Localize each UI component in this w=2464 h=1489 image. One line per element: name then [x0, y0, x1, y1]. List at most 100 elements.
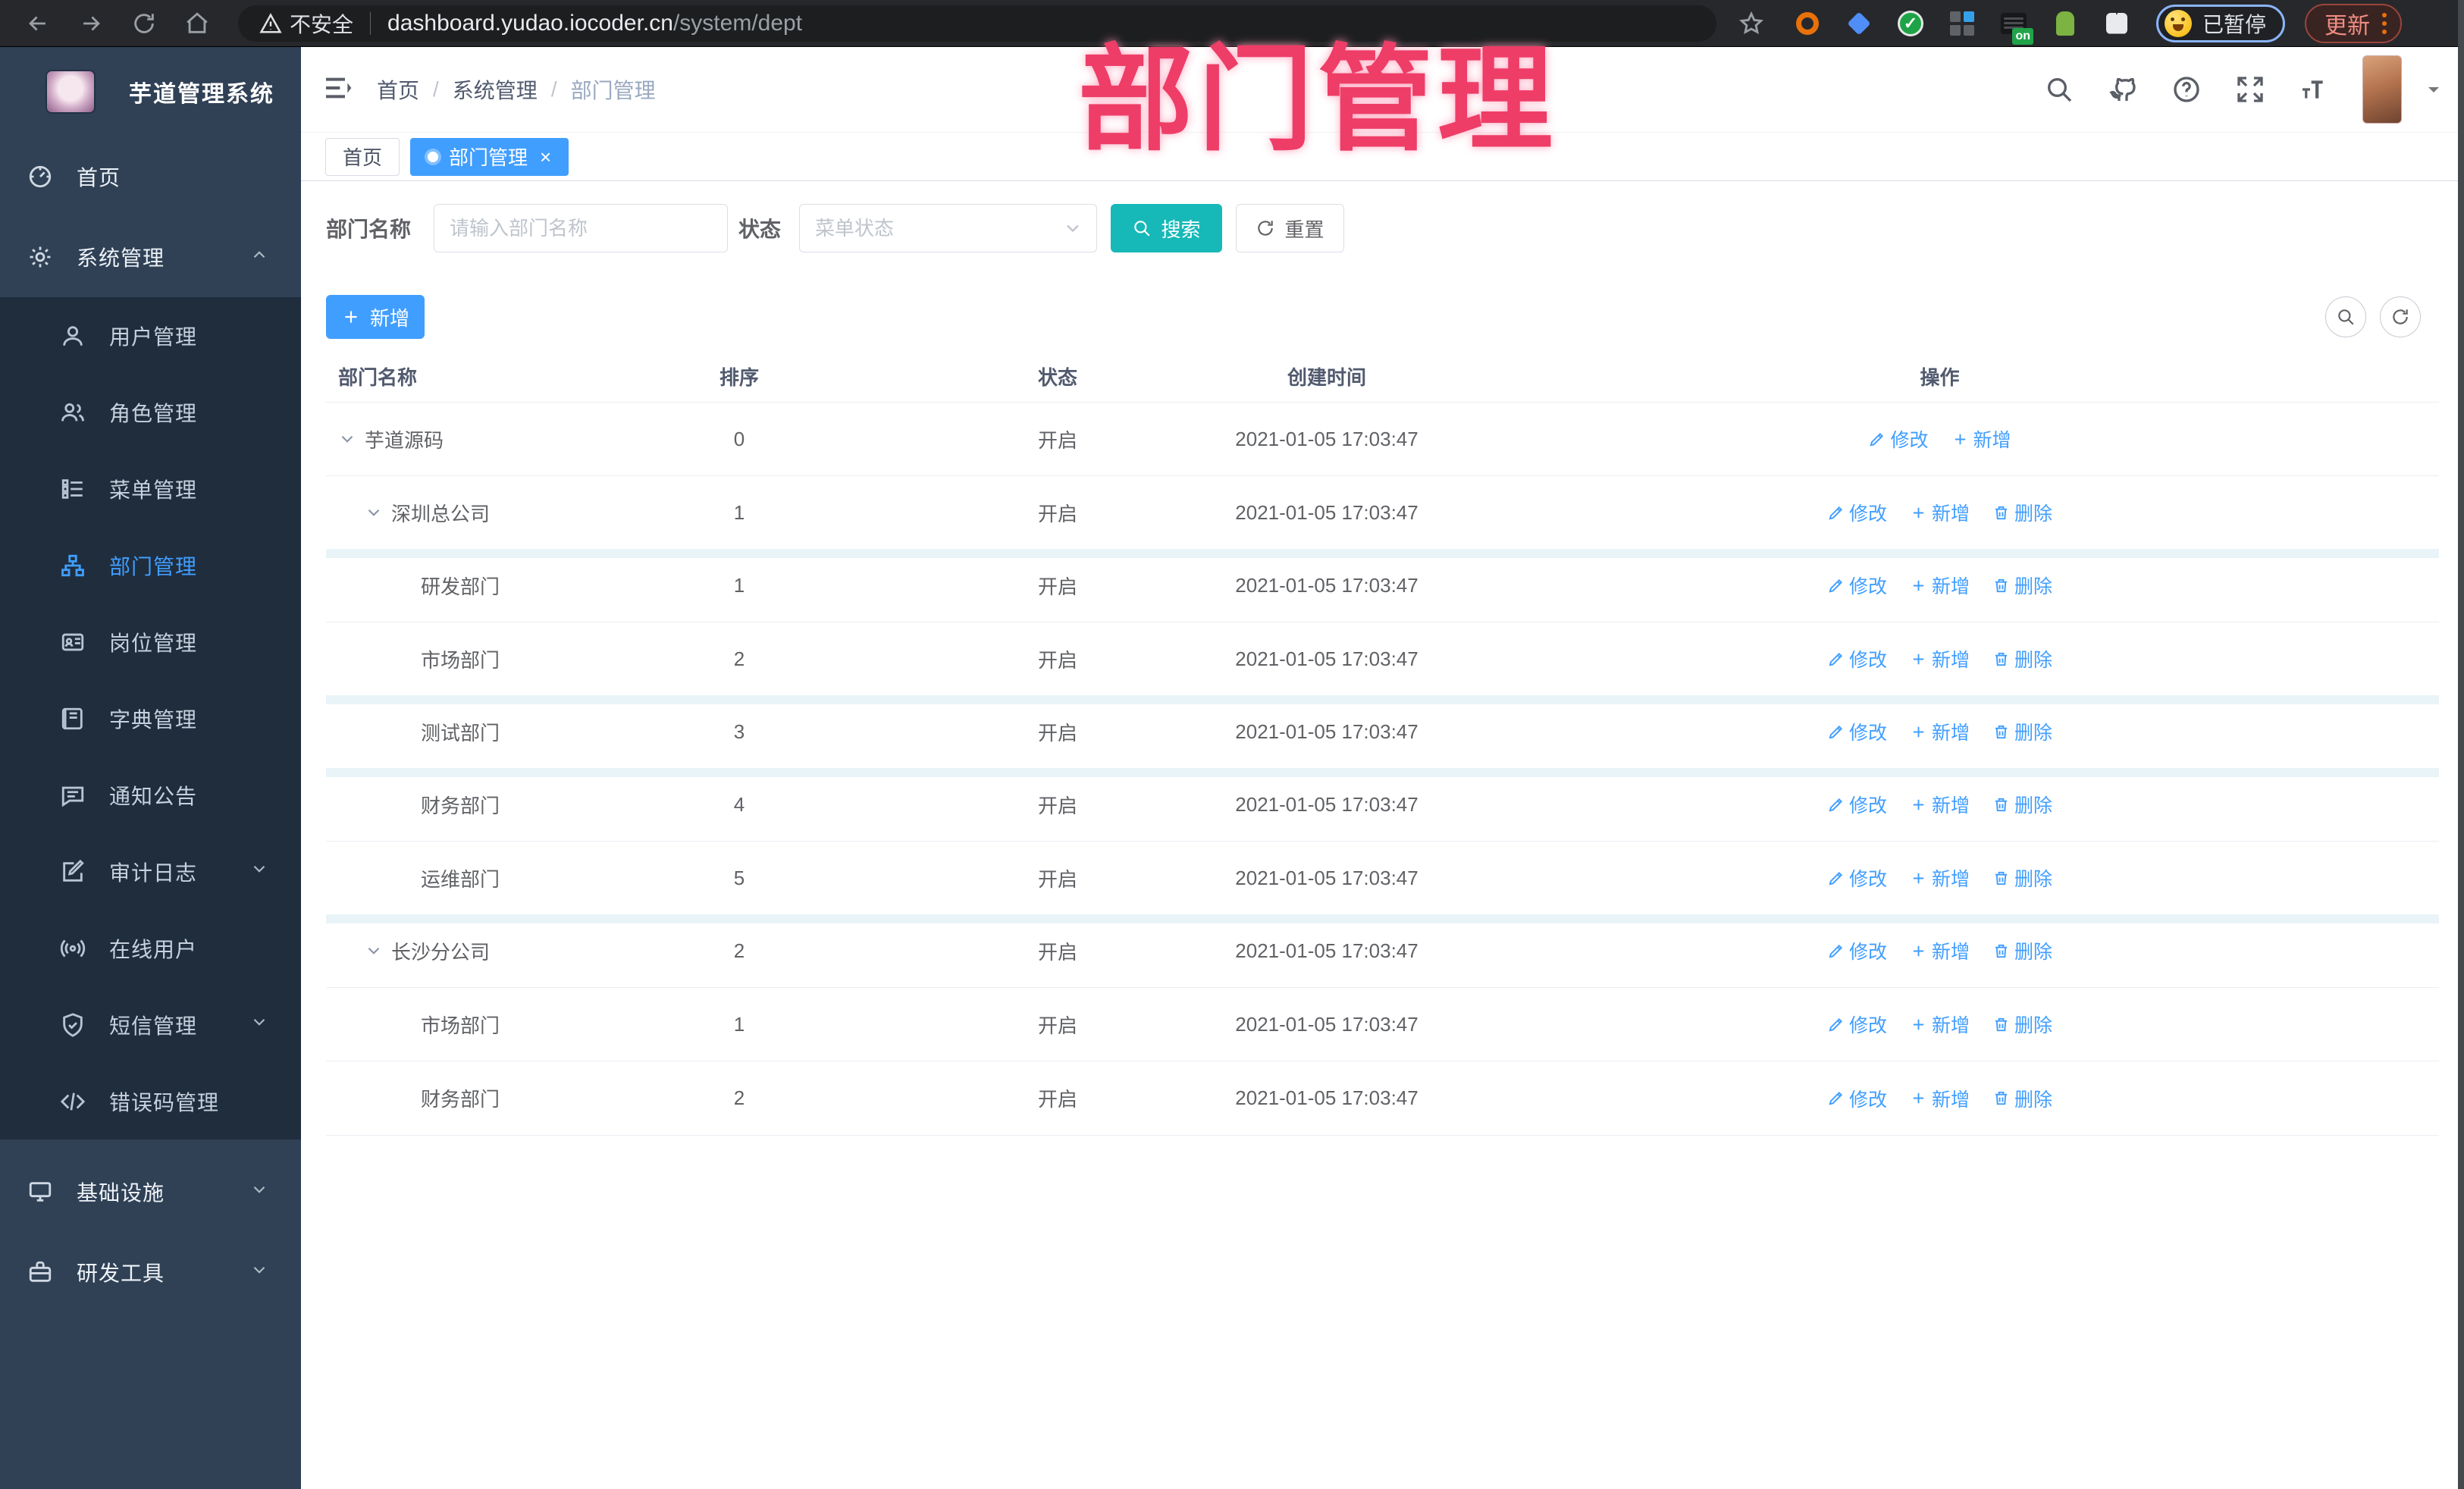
add-action-link[interactable]: 新增	[1910, 572, 1970, 599]
status-select[interactable]	[799, 204, 1097, 252]
table-row: 市场部门 1 开启 2021-01-05 17:03:47 修改 新增 删除	[326, 988, 2439, 1061]
delete-action-link[interactable]: 删除	[1992, 645, 2052, 672]
sidebar-item-errcode[interactable]: 错误码管理	[0, 1063, 301, 1139]
delete-action-link[interactable]: 删除	[1992, 864, 2052, 892]
user-avatar[interactable]	[2362, 55, 2402, 124]
sidebar-item-dept[interactable]: 部门管理	[0, 527, 301, 603]
expand-row-icon[interactable]	[364, 941, 384, 961]
delete-action-link[interactable]: 删除	[1992, 718, 2052, 745]
help-icon[interactable]	[2171, 74, 2202, 105]
delete-action-link[interactable]: 删除	[1992, 572, 2052, 599]
sidebar-logo[interactable]: 芋道管理系统	[0, 47, 301, 136]
page-scrollbar[interactable]	[2458, 0, 2464, 1489]
sidebar-item-devtool[interactable]: 研发工具	[0, 1232, 301, 1312]
edit-action-link[interactable]: 修改	[1827, 791, 1887, 818]
bookmark-star-icon[interactable]	[1736, 8, 1766, 39]
browser-profile-chip[interactable]: 已暂停	[2156, 4, 2286, 42]
edit-action-link[interactable]: 修改	[1827, 1011, 1887, 1038]
font-size-icon[interactable]	[2299, 74, 2329, 105]
edit-action-link[interactable]: 修改	[1827, 937, 1887, 964]
back-icon[interactable]	[23, 8, 53, 39]
dept-name-input[interactable]	[434, 204, 728, 252]
sidebar-item-menu[interactable]: 菜单管理	[0, 450, 301, 527]
status-select-input[interactable]	[799, 204, 1097, 252]
edit-action-link[interactable]: 修改	[1827, 499, 1887, 526]
add-action-link[interactable]: 新增	[1910, 791, 1970, 818]
refresh-button[interactable]	[2380, 296, 2421, 337]
screen: 不安全 dashboard.yudao.iocoder.cn/system/de…	[0, 0, 2464, 1489]
chevron-down-icon	[1062, 218, 1083, 243]
tab-首页[interactable]: 首页	[325, 137, 400, 176]
sidebar-item-online[interactable]: 在线用户	[0, 910, 301, 986]
not-secure-warning[interactable]: 不安全	[259, 8, 353, 39]
sidebar-item-audit[interactable]: 审计日志	[0, 833, 301, 910]
sidebar-item-role[interactable]: 角色管理	[0, 374, 301, 450]
edit-action-link[interactable]: 修改	[1827, 645, 1887, 672]
sidebar-item-post[interactable]: 岗位管理	[0, 603, 301, 680]
forward-icon[interactable]	[76, 8, 106, 39]
add-action-link[interactable]: 新增	[1951, 425, 2011, 453]
delete-action-link[interactable]: 删除	[1992, 791, 2052, 818]
sidebar-item-sms[interactable]: 短信管理	[0, 986, 301, 1063]
add-action-link[interactable]: 新增	[1910, 499, 1970, 526]
search-button[interactable]: 搜索	[1111, 204, 1222, 252]
browser-update-button[interactable]: 更新	[2305, 3, 2403, 43]
dept-name-cell: 长沙分公司	[326, 937, 576, 965]
sidebar-item-notice[interactable]: 通知公告	[0, 757, 301, 833]
github-icon[interactable]	[2108, 74, 2138, 105]
extension-orange-icon[interactable]	[1794, 10, 1821, 37]
reset-button[interactable]: 重置	[1236, 204, 1344, 252]
sidebar-item-system[interactable]: 系统管理	[0, 217, 301, 297]
add-action-link[interactable]: 新增	[1910, 1011, 1970, 1038]
expand-row-icon[interactable]	[364, 503, 384, 522]
avatar-caret-icon[interactable]	[2425, 80, 2443, 99]
extension-squares-icon[interactable]	[1948, 10, 1976, 37]
edit-action-link[interactable]: 修改	[1827, 1085, 1887, 1112]
add-action-link[interactable]: 新增	[1910, 645, 1970, 672]
delete-action-link[interactable]: 删除	[1992, 1085, 2052, 1112]
close-tab-icon[interactable]: ×	[540, 147, 551, 167]
home-icon[interactable]	[182, 8, 212, 39]
sidebar-item-infra[interactable]: 基础设施	[0, 1152, 301, 1232]
extension-check-icon[interactable]: ✓	[1897, 10, 1924, 37]
sidebar-item-dict[interactable]: 字典管理	[0, 680, 301, 757]
breadcrumb-item[interactable]: 系统管理	[453, 74, 538, 105]
table-row: 市场部门 2 开启 2021-01-05 17:03:47 修改 新增 删除	[326, 622, 2439, 696]
toggle-search-button[interactable]	[2325, 296, 2366, 337]
edit-action-link[interactable]: 修改	[1827, 864, 1887, 892]
sidebar-item-label: 菜单管理	[109, 478, 198, 502]
expand-row-icon[interactable]	[337, 429, 357, 449]
sort-cell: 2	[733, 939, 745, 962]
extension-green-figure-icon[interactable]	[2052, 10, 2079, 37]
dept-name-cell: 市场部门	[326, 645, 576, 673]
fullscreen-icon[interactable]	[2235, 74, 2265, 105]
add-action-link[interactable]: 新增	[1910, 937, 1970, 964]
tab-部门管理[interactable]: 部门管理 ×	[410, 137, 569, 176]
search-icon[interactable]	[2044, 74, 2074, 105]
extension-puzzle-icon[interactable]	[2103, 10, 2130, 37]
created-cell: 2021-01-05 17:03:47	[1235, 939, 1419, 962]
add-action-link[interactable]: 新增	[1910, 718, 1970, 745]
sidebar-menu: 首页 系统管理 用户管理 角色管理菜单管理部门管理 岗位管理 字典管理 通知公告 审计日志 在线…	[0, 136, 301, 1312]
dept-name-cell: 研发部门	[326, 572, 576, 600]
add-action-link[interactable]: 新增	[1910, 1085, 1970, 1112]
add-button[interactable]: 新增	[326, 295, 425, 339]
sidebar-item-home[interactable]: 首页	[0, 136, 301, 217]
extension-onetab-icon[interactable]: on	[2000, 10, 2033, 45]
delete-action-link[interactable]: 删除	[1992, 1011, 2052, 1038]
reload-icon[interactable]	[129, 8, 159, 39]
url-text: dashboard.yudao.iocoder.cn/system/dept	[387, 11, 802, 36]
add-action-link[interactable]: 新增	[1910, 864, 1970, 892]
sidebar-item-user[interactable]: 用户管理	[0, 297, 301, 374]
delete-action-link[interactable]: 删除	[1992, 499, 2052, 526]
delete-action-link[interactable]: 删除	[1992, 937, 2052, 964]
extension-drop-icon[interactable]	[1845, 10, 1873, 37]
browser-menu-dots-icon[interactable]	[2382, 12, 2387, 34]
filter-form: 部门名称 状态 搜索 重置	[326, 204, 2439, 252]
edit-action-link[interactable]: 修改	[1868, 425, 1929, 453]
edit-action-link[interactable]: 修改	[1827, 718, 1887, 745]
address-bar[interactable]: 不安全 dashboard.yudao.iocoder.cn/system/de…	[238, 5, 1716, 42]
hamburger-icon[interactable]	[322, 73, 353, 107]
edit-action-link[interactable]: 修改	[1827, 572, 1887, 599]
breadcrumb-item[interactable]: 首页	[377, 74, 419, 105]
